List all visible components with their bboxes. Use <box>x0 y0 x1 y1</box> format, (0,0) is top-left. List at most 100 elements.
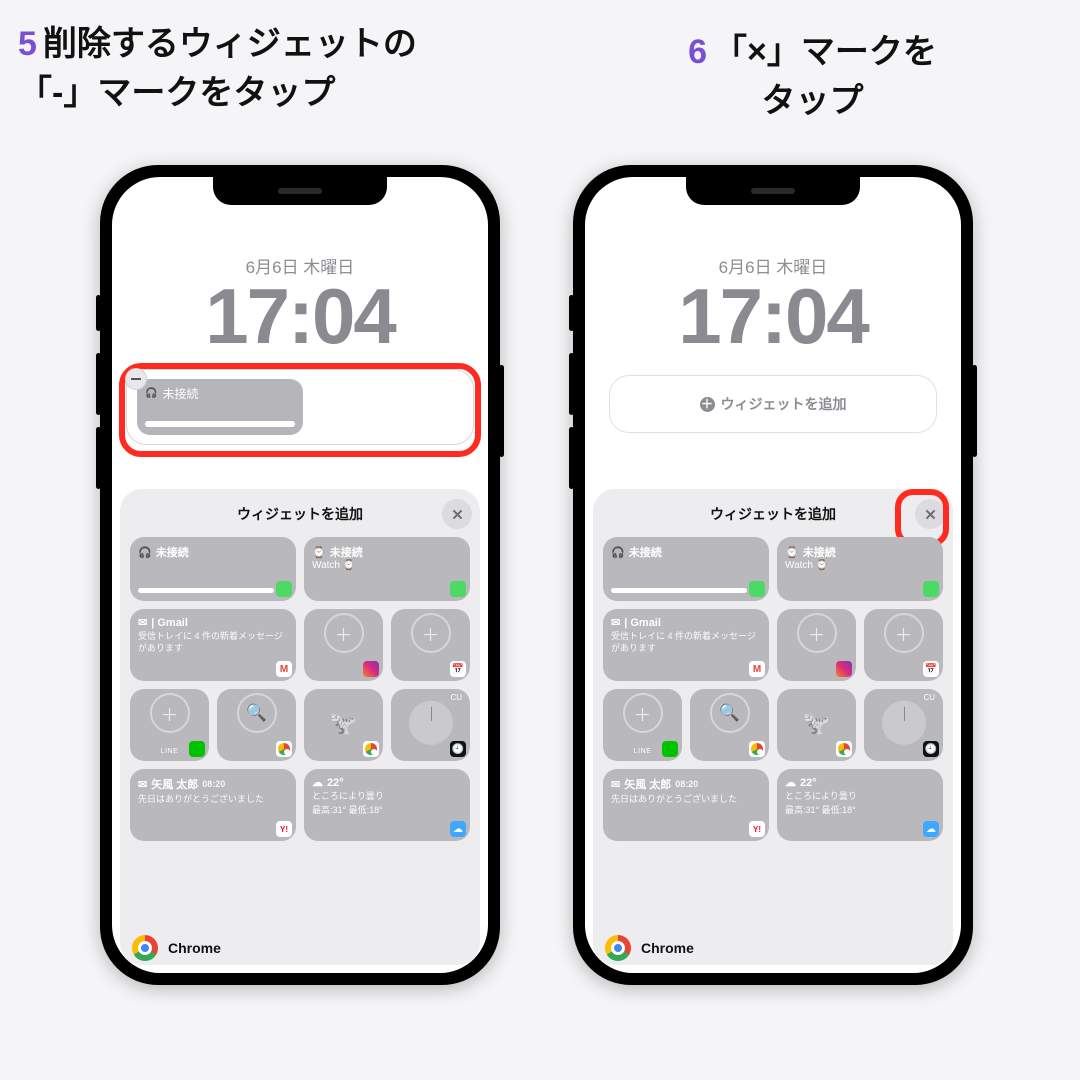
weather-app-icon <box>450 821 466 837</box>
chrome-icon <box>605 935 631 961</box>
phone-screen: 6月6日 木曜日 17:04 🎧未接続 ウィジェットを追加 🎧未接続 <box>112 177 488 973</box>
instruction-text: 「×」マークを タップ <box>713 33 937 120</box>
widget-option-chrome-search[interactable]: 🔍 <box>217 689 296 761</box>
gmail-app-icon <box>749 661 765 677</box>
airpods-icon: 🎧 <box>611 546 625 559</box>
widget-option-line[interactable]: ＋ LINE <box>603 689 682 761</box>
close-sheet-button[interactable] <box>442 499 472 529</box>
suggested-app-name: Chrome <box>168 940 221 956</box>
widget-option-clock[interactable]: CU <box>864 689 943 761</box>
suggested-app-name: Chrome <box>641 940 694 956</box>
widget-grid: 🎧未接続 ⌚未接続 Watch ⌚ ✉| Gmail 受信トレイに 4 件の新着… <box>603 537 943 841</box>
clock-app-icon <box>450 741 466 757</box>
widget-option-weather[interactable]: ☁22° ところにより曇り 最高:31° 最低:18° <box>777 769 943 841</box>
widget-option-watch[interactable]: ⌚未接続 Watch ⌚ <box>777 537 943 601</box>
instagram-app-icon <box>836 661 852 677</box>
chrome-icon <box>132 935 158 961</box>
close-icon <box>924 508 937 521</box>
yahoo-mail-app-icon <box>276 821 292 837</box>
clock-app-icon <box>923 741 939 757</box>
notch <box>213 177 387 205</box>
plus-circle-icon: ＋ <box>623 693 663 733</box>
widget-option-calendar[interactable]: ＋ <box>391 609 470 681</box>
step-number: 5 <box>18 25 37 63</box>
close-sheet-button[interactable] <box>915 499 945 529</box>
clock-tz-label: CU <box>450 693 462 702</box>
calendar-app-icon <box>450 661 466 677</box>
battery-app-icon <box>923 581 939 597</box>
mail-icon: ✉ <box>138 778 147 791</box>
search-circle-icon: 🔍 <box>710 693 750 733</box>
cloud-icon: ☁ <box>312 776 323 789</box>
gmail-desc: 受信トレイに 4 件の新着メッセージがあります <box>138 631 288 654</box>
watch-icon: ⌚ <box>785 546 799 559</box>
step-number: 6 <box>688 33 707 71</box>
weather-range: 最高:31° 最低:18° <box>312 805 462 817</box>
sheet-header: ウィジェットを追加 <box>603 501 943 527</box>
instruction-text: 削除するウィジェットの 「-」マークをタップ <box>18 25 417 112</box>
widget-option-calendar[interactable]: ＋ <box>864 609 943 681</box>
battery-bar <box>145 421 295 427</box>
widget-option-chrome-dino[interactable]: 🦖 <box>777 689 856 761</box>
widget-option-weather[interactable]: ☁22° ところにより曇り 最高:31° 最低:18° <box>304 769 470 841</box>
battery-app-icon <box>749 581 765 597</box>
sheet-title: ウィジェットを追加 <box>710 504 836 524</box>
widget-option-watch[interactable]: ⌚未接続 Watch ⌚ <box>304 537 470 601</box>
sheet-header: ウィジェットを追加 <box>130 501 470 527</box>
suggested-app-row[interactable]: Chrome <box>605 935 694 961</box>
weather-app-icon <box>923 821 939 837</box>
plus-circle-icon: ＋ <box>884 613 924 653</box>
plus-circle-icon: ＋ <box>797 613 837 653</box>
instruction-step-5: 5削除するウィジェットの 「-」マークをタップ <box>18 20 538 119</box>
add-widget-slot[interactable]: ＋ ウィジェットを追加 <box>609 375 937 433</box>
suggested-app-row[interactable]: Chrome <box>132 935 221 961</box>
add-widget-label: ウィジェットを追加 <box>721 394 847 414</box>
yahoo-mail-app-icon <box>749 821 765 837</box>
gmail-app-icon <box>276 661 292 677</box>
widget-option-instagram[interactable]: ＋ <box>777 609 856 681</box>
widget-option-instagram[interactable]: ＋ <box>304 609 383 681</box>
lockscreen-widget-battery[interactable]: 🎧 未接続 <box>137 379 303 435</box>
widget-option-chrome-search[interactable]: 🔍 <box>690 689 769 761</box>
plus-icon: ＋ <box>700 397 715 412</box>
line-app-icon <box>662 741 678 757</box>
remove-widget-minus-icon[interactable] <box>125 368 147 390</box>
lockscreen-time: 17:04 <box>112 271 488 362</box>
widget-option-mail[interactable]: ✉矢風 太郎08:20 先日はありがとうございました <box>603 769 769 841</box>
add-widget-sheet: ウィジェットを追加 🎧未接続 ⌚未接続 Watch ⌚ ✉ <box>593 489 953 965</box>
cloud-icon: ☁ <box>785 776 796 789</box>
search-circle-icon: 🔍 <box>237 693 277 733</box>
widget-title: 未接続 <box>162 385 198 402</box>
close-icon <box>451 508 464 521</box>
watch-icon: ⌚ <box>312 546 326 559</box>
dino-icon: 🦖 <box>330 711 357 737</box>
widget-option-clock[interactable]: CU <box>391 689 470 761</box>
phone-screen: 6月6日 木曜日 17:04 ＋ ウィジェットを追加 ウィジェットを追加 🎧未接… <box>585 177 961 973</box>
lockscreen-widget-slot[interactable]: 🎧 未接続 <box>126 369 474 445</box>
phone-mockup-step5: 6月6日 木曜日 17:04 🎧未接続 ウィジェットを追加 🎧未接続 <box>100 165 500 985</box>
chrome-app-icon <box>749 741 765 757</box>
chrome-app-icon <box>363 741 379 757</box>
chrome-app-icon <box>836 741 852 757</box>
notch <box>686 177 860 205</box>
widget-option-mail[interactable]: ✉矢風 太郎08:20 先日はありがとうございました <box>130 769 296 841</box>
widget-option-airpods[interactable]: 🎧未接続 <box>603 537 769 601</box>
widget-option-line[interactable]: ＋ LINE <box>130 689 209 761</box>
line-label: LINE <box>161 748 179 755</box>
widget-grid: 🎧未接続 ⌚未接続 Watch ⌚ ✉| Gmail 受信トレイに 4 件の新着… <box>130 537 470 841</box>
widget-option-chrome-dino[interactable]: 🦖 <box>304 689 383 761</box>
battery-app-icon <box>276 581 292 597</box>
battery-app-icon <box>450 581 466 597</box>
widget-option-airpods[interactable]: 🎧未接続 <box>130 537 296 601</box>
clock-icon <box>409 701 453 745</box>
line-app-icon <box>189 741 205 757</box>
chrome-app-icon <box>276 741 292 757</box>
widget-option-gmail[interactable]: ✉| Gmail 受信トレイに 4 件の新着メッセージがあります <box>603 609 769 681</box>
instagram-app-icon <box>363 661 379 677</box>
gmail-icon: ✉ <box>611 616 620 629</box>
clock-icon <box>882 701 926 745</box>
airpods-icon: 🎧 <box>145 388 157 399</box>
add-widget-sheet: ウィジェットを追加 🎧未接続 ⌚未接続 Watch ⌚ <box>120 489 480 965</box>
widget-option-gmail[interactable]: ✉| Gmail 受信トレイに 4 件の新着メッセージがあります <box>130 609 296 681</box>
plus-circle-icon: ＋ <box>324 613 364 653</box>
